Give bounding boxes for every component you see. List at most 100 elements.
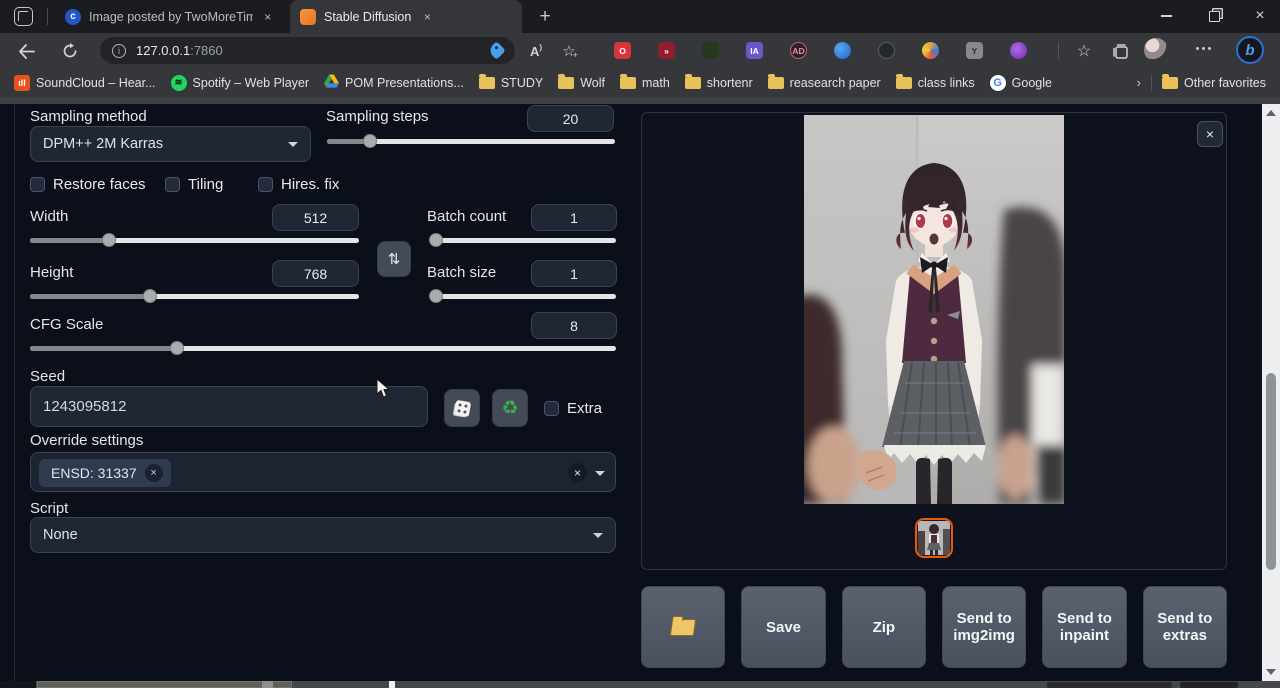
strip-highlight [262, 681, 273, 688]
cfg-scale-slider[interactable] [30, 346, 616, 351]
globe-extension-icon[interactable] [922, 42, 939, 59]
restore-faces-checkbox[interactable]: Restore faces [30, 176, 146, 193]
send-to-inpaint-button[interactable]: Send to inpaint [1042, 586, 1126, 668]
batch-count-label: Batch count [427, 208, 506, 225]
refresh-icon[interactable] [58, 39, 82, 63]
sampling-steps-slider[interactable] [327, 139, 615, 144]
width-slider[interactable] [30, 238, 359, 243]
chevron-down-icon[interactable] [595, 471, 605, 476]
folder-icon [768, 77, 784, 89]
bookmark-google[interactable]: G Google [990, 75, 1052, 91]
clear-all-icon[interactable]: × [568, 463, 587, 482]
tab-close-icon[interactable]: × [419, 9, 435, 25]
shopping-tag-icon[interactable] [487, 41, 505, 59]
window-close-button[interactable]: × [1240, 0, 1280, 32]
tab-title: Stable Diffusion [324, 10, 411, 24]
open-folder-button[interactable] [641, 586, 725, 668]
shazam-extension-icon[interactable] [834, 42, 851, 59]
bing-chat-icon[interactable]: b [1236, 36, 1264, 64]
override-settings-field[interactable]: ENSD: 31337 × × [30, 452, 616, 492]
bookmarks-overflow-icon[interactable]: › [1137, 75, 1141, 90]
bookmark-study[interactable]: STUDY [479, 76, 543, 90]
address-bar[interactable]: i 127.0.0.1 :7860 [100, 37, 515, 64]
send-to-img2img-button[interactable]: Send to img2img [942, 586, 1026, 668]
scroll-up-icon[interactable] [1266, 110, 1276, 116]
script-dropdown[interactable]: None [30, 517, 616, 553]
window-restore-button[interactable] [1194, 0, 1234, 32]
batch-count-value[interactable]: 1 [531, 204, 617, 231]
y-extension-icon[interactable]: Y [966, 42, 983, 59]
scroll-down-icon[interactable] [1266, 669, 1276, 675]
batch-count-slider[interactable] [430, 238, 616, 243]
width-value[interactable]: 512 [272, 204, 359, 231]
reuse-seed-button[interactable]: ♻ [492, 389, 528, 427]
purple-wave-extension-icon[interactable] [1010, 42, 1027, 59]
height-label: Height [30, 264, 73, 281]
tab-title: Image posted by TwoMoreTimes [89, 10, 253, 24]
favorites-hub-icon[interactable]: ☆ [1072, 39, 1096, 63]
new-tab-button[interactable]: + [532, 4, 558, 30]
sampling-steps-value[interactable]: 20 [527, 105, 614, 132]
checkbox-box[interactable] [544, 401, 559, 416]
batch-size-value[interactable]: 1 [531, 260, 617, 287]
bookmark-reasearch-paper[interactable]: reasearch paper [768, 76, 881, 90]
tab-stable-diffusion[interactable]: Stable Diffusion × [290, 0, 522, 33]
checkbox-box[interactable] [258, 177, 273, 192]
gallery-close-button[interactable]: × [1197, 121, 1223, 147]
cfg-scale-value[interactable]: 8 [531, 312, 617, 339]
bookmark-pom-presentations[interactable]: POM Presentations... [324, 74, 464, 91]
override-chip[interactable]: ENSD: 31337 × [39, 459, 171, 487]
bookmark-spotify[interactable]: ≋ Spotify – Web Player [171, 75, 310, 91]
back-icon[interactable] [14, 39, 38, 63]
ad-extension-icon[interactable]: AD [790, 42, 807, 59]
sampling-method-label: Sampling method [30, 108, 147, 125]
scrollbar-thumb[interactable] [1266, 373, 1276, 570]
generated-image[interactable] [804, 115, 1064, 504]
bookmark-shortenr[interactable]: shortenr [685, 76, 753, 90]
horizontal-scrollbar[interactable] [0, 681, 1280, 688]
tab-strip: c Image posted by TwoMoreTimes × Stable … [0, 0, 1280, 33]
recycle-icon: ♻ [501, 397, 518, 420]
profile-avatar[interactable] [1144, 38, 1168, 62]
read-aloud-icon[interactable]: A) [524, 39, 548, 63]
red-arrows-extension-icon[interactable]: » [658, 42, 675, 59]
red-o-extension-icon[interactable]: O [614, 42, 631, 59]
gallery-thumbnail-selected[interactable] [915, 518, 953, 558]
site-info-icon[interactable]: i [112, 44, 126, 58]
save-button[interactable]: Save [741, 586, 825, 668]
swap-dimensions-button[interactable]: ⇅ [377, 241, 411, 277]
hscrollbar-thumb[interactable] [37, 681, 292, 688]
bookmark-class-links[interactable]: class links [896, 76, 975, 90]
add-favorite-icon[interactable]: ☆+ [558, 39, 582, 63]
seed-input[interactable]: 1243095812 [30, 386, 428, 427]
folder-icon [479, 77, 495, 89]
bookmark-math[interactable]: math [620, 76, 670, 90]
height-slider[interactable] [30, 294, 359, 299]
gallery-actions: Save Zip Send to img2img Send to inpaint… [641, 586, 1227, 668]
checkbox-box[interactable] [30, 177, 45, 192]
extra-checkbox[interactable]: Extra [544, 400, 602, 417]
window-minimize-button[interactable] [1146, 0, 1186, 32]
checkbox-box[interactable] [165, 177, 180, 192]
tab-image-posted[interactable]: c Image posted by TwoMoreTimes × [55, 0, 285, 33]
batch-size-slider[interactable] [430, 294, 616, 299]
chip-remove-icon[interactable]: × [145, 464, 163, 482]
green-skull-extension-icon[interactable] [702, 42, 719, 59]
send-to-extras-button[interactable]: Send to extras [1143, 586, 1227, 668]
workspaces-icon[interactable] [14, 7, 33, 26]
sampling-method-dropdown[interactable]: DPM++ 2M Karras [30, 126, 311, 162]
bookmark-wolf[interactable]: Wolf [558, 76, 605, 90]
collections-icon[interactable] [1108, 39, 1132, 63]
browser-menu-icon[interactable] [1196, 47, 1211, 50]
random-seed-button[interactable] [444, 389, 480, 427]
vertical-scrollbar[interactable] [1262, 104, 1280, 681]
other-favorites[interactable]: Other favorites [1162, 76, 1266, 90]
zip-button[interactable]: Zip [842, 586, 926, 668]
tab-close-icon[interactable]: × [261, 9, 275, 25]
bookmark-soundcloud[interactable]: ıll SoundCloud – Hear... [14, 75, 156, 91]
hires-fix-checkbox[interactable]: Hires. fix [258, 176, 339, 193]
tiling-checkbox[interactable]: Tiling [165, 176, 223, 193]
height-value[interactable]: 768 [272, 260, 359, 287]
pin-extension-icon[interactable] [878, 42, 895, 59]
ia-extension-icon[interactable]: IA [746, 42, 763, 59]
